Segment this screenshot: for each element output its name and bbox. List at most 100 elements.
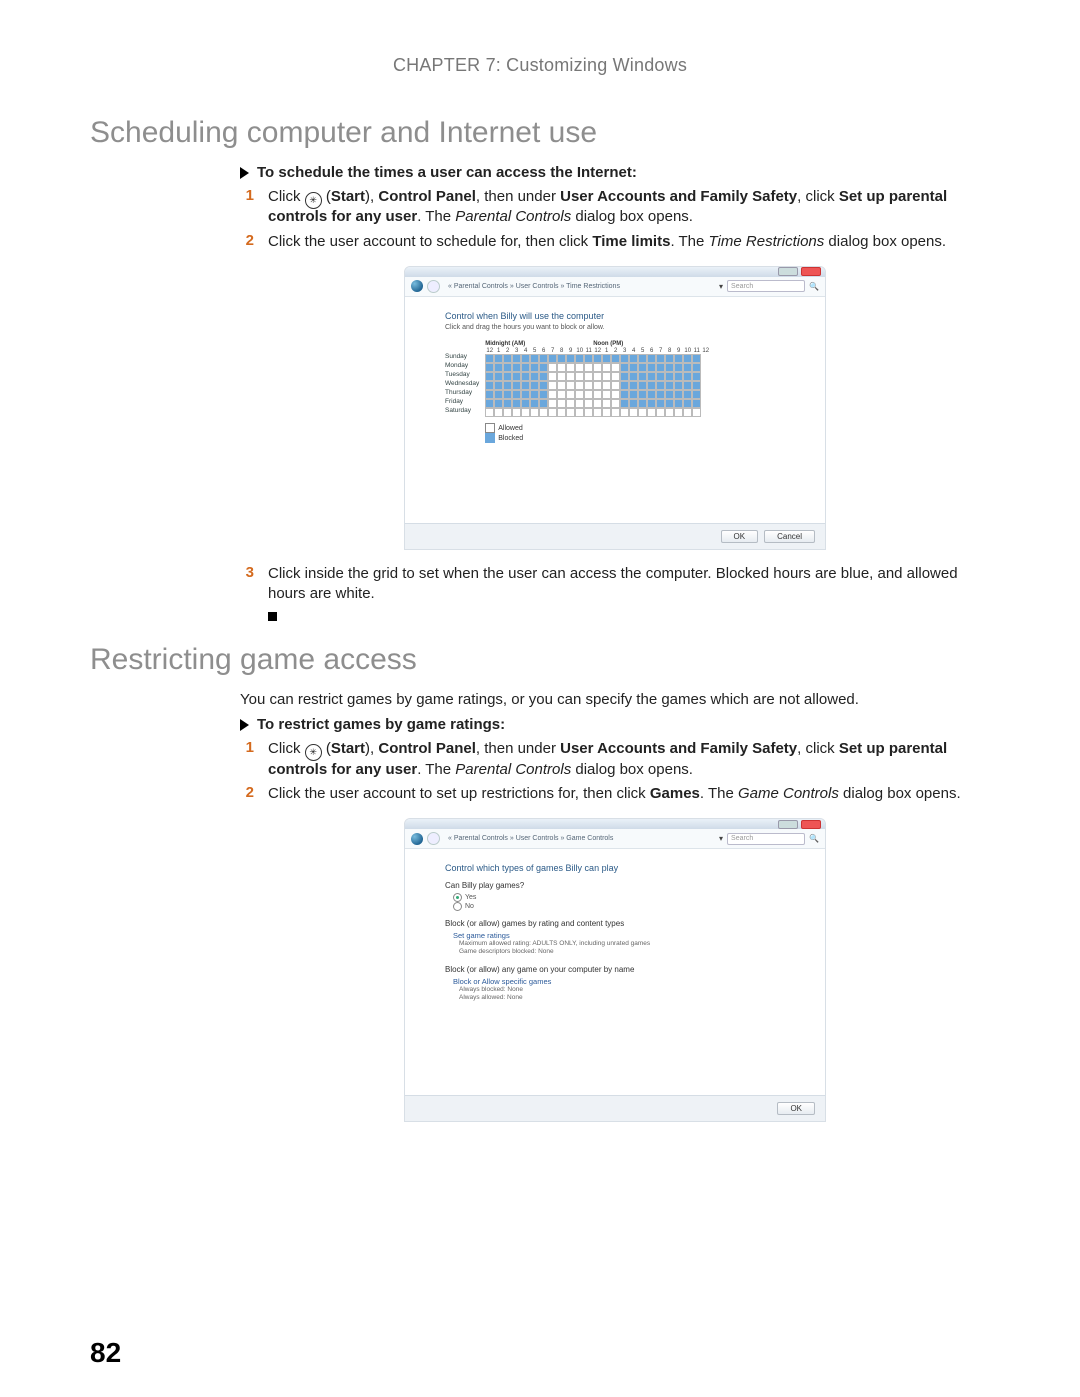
- time-cell[interactable]: [647, 363, 656, 372]
- time-cell[interactable]: [548, 354, 557, 363]
- time-cell[interactable]: [692, 390, 701, 399]
- time-cell[interactable]: [548, 372, 557, 381]
- time-cell[interactable]: [674, 363, 683, 372]
- time-cell[interactable]: [611, 399, 620, 408]
- breadcrumb[interactable]: « Parental Controls » User Controls » Ga…: [448, 835, 711, 842]
- time-cell[interactable]: [548, 408, 557, 417]
- time-cell[interactable]: [620, 381, 629, 390]
- time-cell[interactable]: [656, 372, 665, 381]
- time-cell[interactable]: [674, 390, 683, 399]
- time-cell[interactable]: [539, 408, 548, 417]
- time-cell[interactable]: [620, 408, 629, 417]
- time-cell[interactable]: [548, 399, 557, 408]
- time-cell[interactable]: [539, 363, 548, 372]
- time-cell[interactable]: [575, 390, 584, 399]
- time-cell[interactable]: [638, 372, 647, 381]
- time-cell[interactable]: [575, 381, 584, 390]
- time-cell[interactable]: [494, 399, 503, 408]
- time-cell[interactable]: [584, 390, 593, 399]
- time-cell[interactable]: [602, 372, 611, 381]
- time-cell[interactable]: [503, 399, 512, 408]
- time-cell[interactable]: [494, 354, 503, 363]
- time-cell[interactable]: [656, 381, 665, 390]
- time-cell[interactable]: [647, 372, 656, 381]
- time-cell[interactable]: [611, 354, 620, 363]
- time-cell[interactable]: [557, 399, 566, 408]
- time-cell[interactable]: [575, 354, 584, 363]
- time-cell[interactable]: [539, 354, 548, 363]
- minimize-button[interactable]: [778, 267, 798, 276]
- time-cell[interactable]: [557, 372, 566, 381]
- time-cell[interactable]: [683, 372, 692, 381]
- time-cell[interactable]: [638, 408, 647, 417]
- time-cell[interactable]: [530, 381, 539, 390]
- close-button[interactable]: [801, 820, 821, 829]
- time-cell[interactable]: [593, 399, 602, 408]
- ok-button[interactable]: OK: [777, 1102, 815, 1115]
- time-cell[interactable]: [584, 354, 593, 363]
- time-cell[interactable]: [530, 390, 539, 399]
- time-cell[interactable]: [494, 363, 503, 372]
- time-cell[interactable]: [611, 408, 620, 417]
- time-cell[interactable]: [593, 381, 602, 390]
- time-cell[interactable]: [611, 363, 620, 372]
- time-cell[interactable]: [602, 354, 611, 363]
- time-cell[interactable]: [692, 372, 701, 381]
- time-cell[interactable]: [494, 372, 503, 381]
- time-cell[interactable]: [521, 381, 530, 390]
- time-cell[interactable]: [683, 354, 692, 363]
- time-cell[interactable]: [665, 390, 674, 399]
- time-cell[interactable]: [539, 381, 548, 390]
- time-cell[interactable]: [647, 381, 656, 390]
- time-cell[interactable]: [548, 363, 557, 372]
- time-cell[interactable]: [629, 363, 638, 372]
- ok-button[interactable]: OK: [721, 530, 759, 543]
- time-cell[interactable]: [539, 372, 548, 381]
- time-cell[interactable]: [521, 399, 530, 408]
- time-cell[interactable]: [674, 354, 683, 363]
- time-cell[interactable]: [539, 399, 548, 408]
- time-cell[interactable]: [674, 408, 683, 417]
- back-orb-icon[interactable]: [411, 833, 423, 845]
- time-cell[interactable]: [575, 363, 584, 372]
- time-cell[interactable]: [629, 372, 638, 381]
- time-cell[interactable]: [593, 363, 602, 372]
- time-cell[interactable]: [566, 399, 575, 408]
- time-cell[interactable]: [530, 399, 539, 408]
- close-button[interactable]: [801, 267, 821, 276]
- time-cell[interactable]: [620, 372, 629, 381]
- time-cell[interactable]: [692, 363, 701, 372]
- time-cell[interactable]: [485, 408, 494, 417]
- time-cell[interactable]: [638, 399, 647, 408]
- time-cell[interactable]: [521, 372, 530, 381]
- time-cell[interactable]: [620, 363, 629, 372]
- time-cell[interactable]: [692, 399, 701, 408]
- time-cell[interactable]: [674, 381, 683, 390]
- time-cell[interactable]: [620, 399, 629, 408]
- time-cell[interactable]: [503, 372, 512, 381]
- time-cell[interactable]: [647, 390, 656, 399]
- time-cell[interactable]: [512, 372, 521, 381]
- time-cell[interactable]: [638, 390, 647, 399]
- time-cell[interactable]: [656, 399, 665, 408]
- time-cell[interactable]: [629, 399, 638, 408]
- time-cell[interactable]: [557, 408, 566, 417]
- time-cell[interactable]: [602, 363, 611, 372]
- time-cell[interactable]: [548, 390, 557, 399]
- time-cell[interactable]: [485, 381, 494, 390]
- time-cell[interactable]: [683, 381, 692, 390]
- time-cell[interactable]: [575, 408, 584, 417]
- time-cell[interactable]: [692, 354, 701, 363]
- time-cell[interactable]: [584, 372, 593, 381]
- search-icon[interactable]: 🔍: [809, 834, 819, 843]
- time-cell[interactable]: [593, 372, 602, 381]
- time-cell[interactable]: [683, 399, 692, 408]
- time-cell[interactable]: [665, 399, 674, 408]
- time-cell[interactable]: [494, 381, 503, 390]
- time-cell[interactable]: [512, 354, 521, 363]
- time-cell[interactable]: [566, 354, 575, 363]
- time-cell[interactable]: [566, 408, 575, 417]
- time-cell[interactable]: [620, 354, 629, 363]
- time-cell[interactable]: [521, 363, 530, 372]
- time-cell[interactable]: [521, 354, 530, 363]
